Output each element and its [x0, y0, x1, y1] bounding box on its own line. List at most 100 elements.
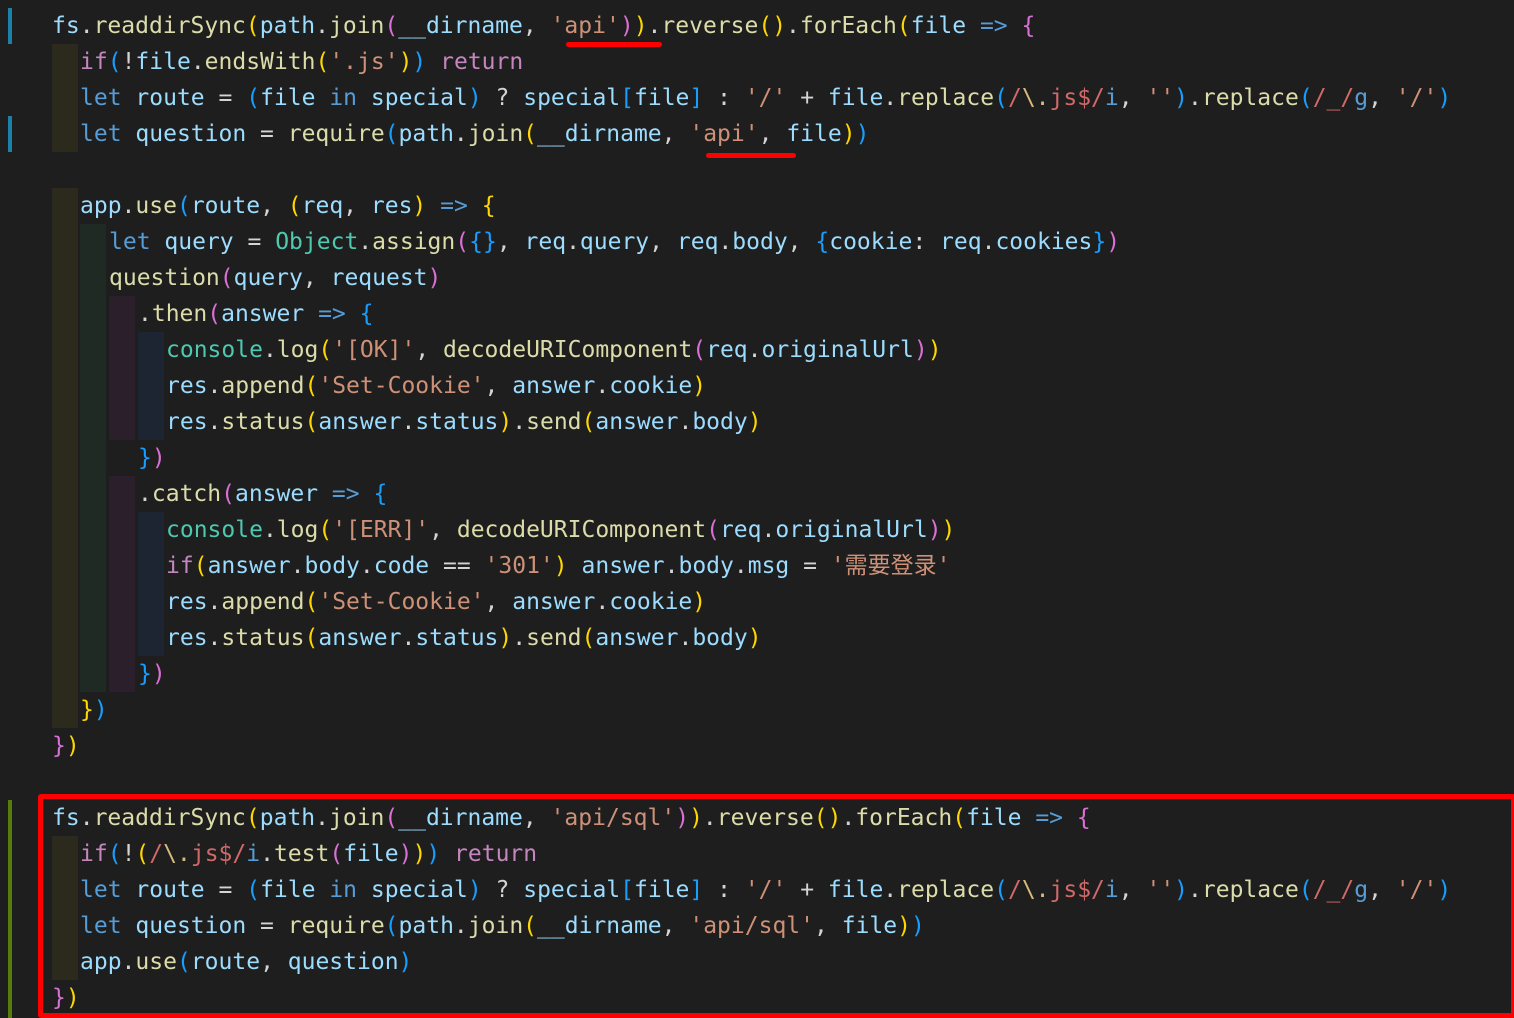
added-lines-marker	[8, 800, 12, 1018]
code-token: log	[276, 517, 319, 543]
code-token: append	[221, 589, 305, 615]
code-token: [	[620, 85, 635, 111]
code-line[interactable]: res.status(answer.status).send(answer.bo…	[166, 404, 762, 440]
code-token: {}	[469, 229, 497, 255]
code-token: cookies	[995, 229, 1093, 255]
code-line[interactable]: if(answer.body.code == '301') answer.bod…	[166, 548, 951, 584]
code-token: i	[1104, 85, 1119, 111]
code-token: .	[733, 553, 748, 579]
code-token: .	[883, 85, 898, 111]
code-token: '.js'	[329, 49, 399, 75]
code-token: endsWith	[204, 49, 316, 75]
code-token: )	[692, 589, 707, 615]
code-line[interactable]: })	[138, 656, 166, 692]
code-line[interactable]: console.log('[ERR]', decodeURIComponent(…	[166, 512, 955, 548]
code-token: req	[940, 229, 982, 255]
code-token: =	[233, 229, 276, 255]
code-line[interactable]: let route = (file in special) ? special[…	[80, 80, 1451, 116]
code-token: answer	[318, 409, 402, 435]
code-token: res	[166, 625, 208, 651]
code-token: 'Set-Cookie'	[318, 589, 485, 615]
code-line[interactable]: .catch(answer => {	[138, 476, 387, 512]
code-token: .	[566, 229, 580, 255]
code-token: res	[166, 589, 208, 615]
code-token: 'api'	[550, 13, 620, 39]
code-token: ,	[429, 517, 457, 543]
red-underline-annotation	[706, 153, 796, 158]
code-token: )	[151, 661, 166, 687]
code-token: (	[384, 121, 399, 147]
code-token: use	[135, 193, 177, 219]
code-token: let	[109, 229, 151, 255]
code-token: )	[553, 553, 568, 579]
code-token: (	[207, 301, 222, 327]
code-token: ,	[484, 589, 513, 615]
code-token: query	[233, 265, 303, 291]
code-line[interactable]: res.status(answer.status).send(answer.bo…	[166, 620, 762, 656]
code-line[interactable]: })	[138, 440, 166, 476]
code-line[interactable]: question(query, request)	[109, 260, 441, 296]
code-token: .	[359, 553, 374, 579]
code-token: return	[440, 49, 524, 75]
code-token: body	[678, 553, 734, 579]
code-token: )	[927, 517, 942, 543]
code-token: answer	[595, 409, 679, 435]
code-token: console	[166, 517, 263, 543]
code-token: g	[1354, 85, 1369, 111]
code-token: body	[304, 553, 360, 579]
code-token: (	[219, 265, 234, 291]
code-token: .	[207, 409, 222, 435]
code-line[interactable]: app.use(route, (req, res) => {	[80, 188, 496, 224]
code-token: .	[595, 373, 610, 399]
code-token: .	[190, 49, 205, 75]
code-token: send	[526, 409, 582, 435]
indent-guide	[109, 476, 135, 692]
code-line[interactable]: let query = Object.assign({}, req.query,…	[109, 224, 1120, 260]
code-token: )	[633, 13, 648, 39]
code-line[interactable]: })	[80, 692, 108, 728]
code-token: '301'	[484, 553, 554, 579]
code-token: =	[789, 553, 831, 579]
code-token: }	[138, 445, 152, 471]
code-token: )	[1437, 85, 1452, 111]
code-token: if	[166, 553, 194, 579]
code-token: file	[260, 85, 316, 111]
code-token: .	[401, 625, 416, 651]
code-token: let	[80, 85, 122, 111]
code-token: =	[246, 121, 288, 147]
code-token: (	[994, 85, 1008, 111]
code-token: )	[1106, 229, 1121, 255]
modified-line-marker	[8, 8, 12, 44]
code-token: .	[290, 553, 305, 579]
code-token: if	[80, 49, 108, 75]
code-token: reverse	[661, 13, 759, 39]
code-line[interactable]: res.append('Set-Cookie', answer.cookie)	[166, 368, 706, 404]
code-line[interactable]: .then(answer => {	[138, 296, 373, 332]
code-line[interactable]: let question = require(path.join(__dirna…	[80, 116, 869, 152]
code-token: (	[581, 625, 596, 651]
code-token: cookie	[609, 589, 693, 615]
code-token: answer	[207, 553, 291, 579]
code-line[interactable]: fs.readdirSync(path.join(__dirname, 'api…	[52, 8, 1035, 44]
code-editor[interactable]: fs.readdirSync(path.join(__dirname, 'api…	[0, 0, 1514, 1018]
code-token: body	[732, 229, 788, 255]
code-token: .	[512, 409, 527, 435]
code-line[interactable]: console.log('[OK]', decodeURIComponent(r…	[166, 332, 942, 368]
code-token: answer	[595, 625, 679, 651]
code-token: ]	[689, 85, 704, 111]
code-line[interactable]: res.append('Set-Cookie', answer.cookie)	[166, 584, 706, 620]
code-line[interactable]: })	[52, 728, 80, 764]
code-token: (	[245, 13, 260, 39]
code-token: '[OK]'	[332, 337, 416, 363]
code-token: )	[412, 49, 427, 75]
code-token: msg	[747, 553, 790, 579]
code-line[interactable]: if(!file.endsWith('.js')) return	[80, 44, 523, 80]
code-token: catch	[151, 481, 222, 507]
code-token: (	[246, 85, 261, 111]
code-token: (	[896, 13, 911, 39]
